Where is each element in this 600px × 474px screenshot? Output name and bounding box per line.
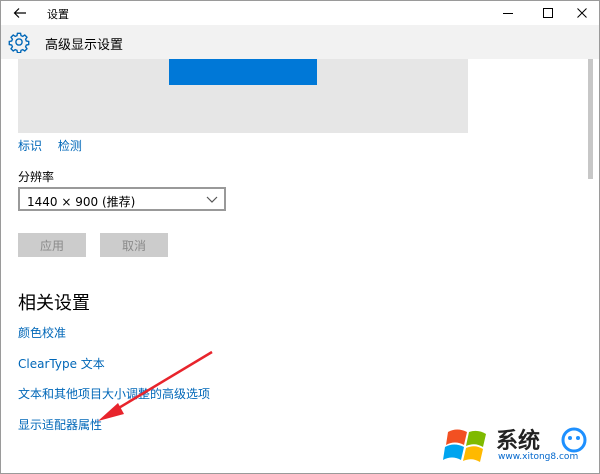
related-settings-title: 相关设置 [18, 293, 90, 314]
scrollbar[interactable] [588, 59, 594, 179]
gear-icon [8, 32, 30, 53]
page-title: 高级显示设置 [45, 38, 124, 53]
cancel-button[interactable]: 取消 [100, 233, 168, 257]
display-adapter-properties-link[interactable]: 显示适配器属性 [18, 416, 102, 433]
maximize-icon [543, 8, 553, 18]
detect-link[interactable]: 检测 [58, 139, 82, 153]
close-button[interactable] [559, 1, 600, 25]
xitong8-watermark-logo: 系统 [443, 427, 587, 462]
cleartype-text-link[interactable]: ClearType 文本 [18, 355, 105, 372]
scrollbar-thumb[interactable] [588, 59, 593, 179]
color-calibration-link[interactable]: 颜色校准 [18, 324, 66, 341]
close-icon [577, 8, 587, 18]
minimize-icon [503, 13, 513, 14]
svg-text:系统: 系统 [496, 428, 540, 454]
display-links: 标识 检测 [18, 137, 94, 154]
resolution-dropdown[interactable]: 1440 × 900 (推荐) [18, 187, 226, 211]
identify-link[interactable]: 标识 [18, 139, 42, 153]
monitor-tile[interactable] [169, 59, 317, 85]
page-header: 高级显示设置 [1, 25, 599, 59]
advanced-sizing-link[interactable]: 文本和其他项目大小调整的高级选项 [18, 385, 210, 402]
window-title: 设置 [47, 8, 69, 21]
display-preview [18, 59, 468, 133]
back-arrow-icon [13, 8, 26, 18]
title-bar: 设置 [1, 1, 599, 25]
resolution-label: 分辨率 [18, 170, 55, 184]
back-button[interactable] [1, 1, 39, 25]
watermark-url: www.xitong8.com [498, 452, 579, 462]
apply-button[interactable]: 应用 [18, 233, 86, 257]
resolution-value: 1440 × 900 (推荐) [27, 195, 136, 209]
chevron-down-icon [206, 196, 218, 203]
